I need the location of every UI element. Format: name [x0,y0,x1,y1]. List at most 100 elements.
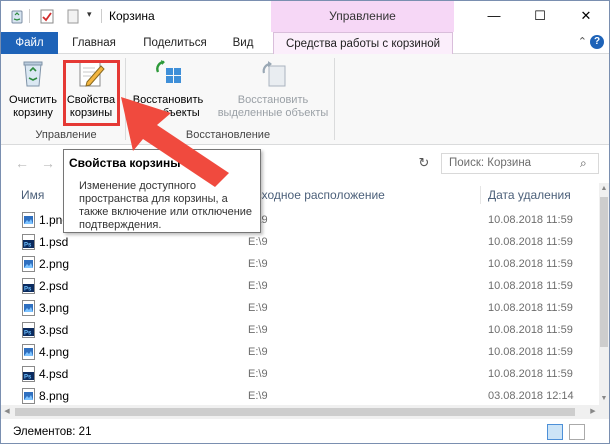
window-title: Корзина [109,9,155,23]
close-button[interactable]: ✕ [563,1,609,32]
restore-selected-icon [262,61,286,87]
file-name: 2.png [39,257,70,271]
tab-recycle-bin-tools[interactable]: Средства работы с корзиной [273,32,453,55]
restore-selected-label-2: выделенные объекты [217,107,329,119]
svg-text:Ps: Ps [24,331,32,337]
file-row[interactable]: Ps 2.psd E:\9 10.08.2018 11:59 [1,275,599,297]
file-location: E:\9 [248,324,268,336]
file-location: E:\9 [248,236,268,248]
tooltip: Свойства корзины Изменение доступного пр… [63,149,261,233]
svg-text:Ps: Ps [24,287,32,293]
refresh-icon[interactable]: ↻ [413,153,435,173]
group-manage-label: Управление [35,129,97,141]
qat-dropdown-icon[interactable]: ▾ [87,9,92,20]
file-location: E:\9 [248,346,268,358]
column-divider[interactable] [480,186,481,204]
back-arrow-icon[interactable]: ← [15,155,29,171]
file-date: 10.08.2018 11:59 [488,302,573,314]
png-file-icon [22,256,35,272]
tab-file[interactable]: Файл [1,32,58,54]
png-file-icon [22,344,35,360]
restore-selected-button[interactable]: Восстановить выделенные объекты [215,58,331,126]
maximize-button[interactable]: ☐ [517,1,563,32]
search-input[interactable]: Поиск: Корзина [441,153,599,174]
file-row[interactable]: 3.png E:\9 10.08.2018 11:59 [1,297,599,319]
qat-divider-2 [101,9,102,23]
file-name: 4.psd [39,367,69,381]
scroll-up-icon[interactable]: ▲ [599,183,609,195]
file-date: 10.08.2018 11:59 [488,280,573,292]
file-row[interactable]: Ps 1.psd E:\9 10.08.2018 11:59 [1,231,599,253]
column-location-header[interactable]: Исходное расположение [247,183,385,207]
ribbon-collapse-icon[interactable]: ⌃ [578,35,587,48]
tab-home[interactable]: Главная [63,32,125,54]
forward-arrow-icon[interactable]: → [41,155,55,171]
file-date: 10.08.2018 11:59 [488,258,573,270]
file-name: 4.png [39,345,70,359]
file-date: 10.08.2018 11:59 [488,236,573,248]
file-location: E:\9 [248,368,268,380]
restore-all-label-2: все объекты [136,107,200,119]
restore-all-button[interactable]: Восстановить все объекты [129,58,207,126]
group-restore-label: Восстановление [185,129,271,141]
search-icon[interactable]: ⌕ [580,156,587,171]
tooltip-body: Изменение доступного пространства для ко… [79,180,253,231]
tooltip-title: Свойства корзины [69,156,181,170]
title-bar: Управление ▾ Корзина — ☐ ✕ [1,1,609,32]
file-name: 8.png [39,389,70,403]
file-row[interactable]: 4.png E:\9 10.08.2018 11:59 [1,341,599,363]
group-separator-2 [334,58,335,140]
file-date: 10.08.2018 11:59 [488,346,573,358]
empty-bin-label-1: Очистить [9,94,57,106]
properties-small-icon[interactable] [39,8,55,24]
details-view-icon[interactable] [547,424,563,440]
tab-share[interactable]: Поделиться [133,32,217,54]
ribbon-tabs: Файл Главная Поделиться Вид Средства раб… [1,32,609,55]
psd-file-icon: Ps [22,366,35,382]
vertical-scrollbar[interactable]: ▲ ▼ [599,183,609,405]
new-folder-small-icon[interactable] [65,8,81,24]
file-date: 10.08.2018 11:59 [488,214,573,226]
help-icon[interactable]: ? [590,35,604,49]
file-row[interactable]: Ps 4.psd E:\9 10.08.2018 11:59 [1,363,599,385]
file-name: 3.psd [39,323,69,337]
minimize-button[interactable]: — [471,1,517,32]
explorer-window: Управление ▾ Корзина — ☐ ✕ Файл Главная … [0,0,610,444]
empty-bin-label-2: корзину [13,107,53,119]
scroll-corner [599,405,609,419]
file-row[interactable]: Ps 3.psd E:\9 10.08.2018 11:59 [1,319,599,341]
file-location: E:\9 [248,390,268,402]
psd-file-icon: Ps [22,234,35,250]
svg-text:Ps: Ps [24,243,32,249]
vertical-scroll-thumb[interactable] [600,197,608,347]
file-location: E:\9 [248,258,268,270]
recycle-bin-small-icon[interactable] [9,8,25,24]
restore-all-label-1: Восстановить [132,94,204,106]
tab-view[interactable]: Вид [225,32,261,54]
file-location: E:\9 [248,302,268,314]
png-file-icon [22,388,35,404]
large-icons-view-icon[interactable] [569,424,585,440]
file-name: 3.png [39,301,70,315]
scroll-left-icon[interactable]: ◀ [1,405,13,419]
scroll-right-icon[interactable]: ▶ [587,405,599,419]
file-name: 2.psd [39,279,69,293]
group-separator [125,58,126,140]
recycle-bin-icon [23,61,43,87]
file-row[interactable]: 8.png E:\9 03.08.2018 12:14 [1,385,599,407]
column-date-header[interactable]: Дата удаления [488,183,571,207]
psd-file-icon: Ps [22,278,35,294]
horizontal-scroll-thumb[interactable] [15,408,575,416]
column-name-header[interactable]: Имя [21,183,44,207]
file-row[interactable]: 2.png E:\9 10.08.2018 11:59 [1,253,599,275]
png-file-icon [22,300,35,316]
png-file-icon [22,212,35,228]
psd-file-icon: Ps [22,322,35,338]
file-date: 10.08.2018 11:59 [488,368,573,380]
file-date: 10.08.2018 11:59 [488,324,573,336]
restore-selected-label-1: Восстановить [237,94,309,106]
highlight-frame [63,60,120,126]
empty-bin-button[interactable]: Очистить корзину [5,58,61,126]
horizontal-scrollbar[interactable]: ◀ ▶ [1,405,599,419]
scroll-down-icon[interactable]: ▼ [599,393,609,405]
